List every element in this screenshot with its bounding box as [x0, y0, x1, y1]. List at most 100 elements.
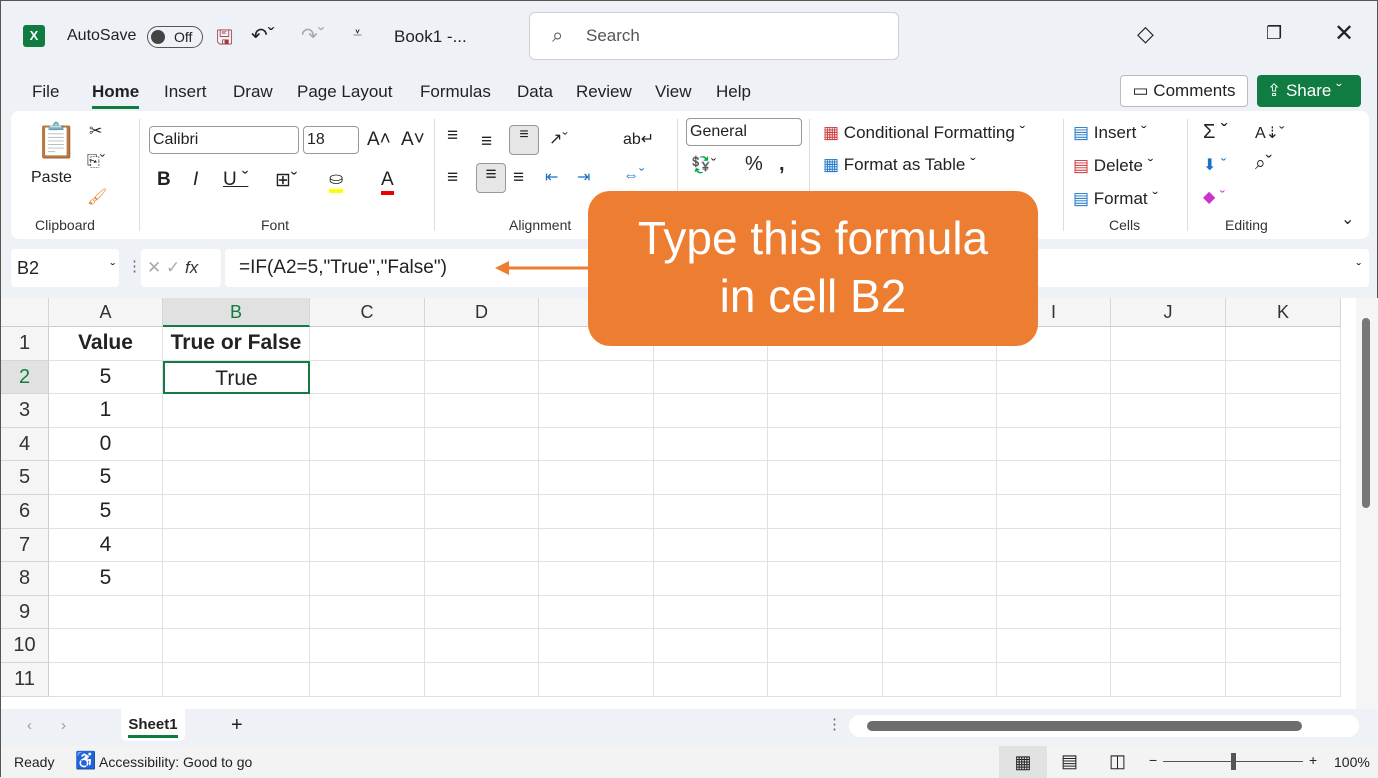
- cell-K3[interactable]: [1226, 394, 1341, 428]
- zoom-slider[interactable]: [1163, 753, 1303, 770]
- underline-icon[interactable]: U ˇ: [223, 169, 248, 191]
- cell-H5[interactable]: [883, 461, 997, 495]
- cell-J11[interactable]: [1111, 663, 1226, 697]
- search-box[interactable]: ⌕ Search: [529, 12, 899, 60]
- cell-D7[interactable]: [425, 528, 539, 563]
- cell-F7[interactable]: [654, 528, 768, 563]
- autosum-icon[interactable]: Σ ˇ: [1203, 121, 1228, 144]
- row-header-5[interactable]: 5: [1, 461, 49, 495]
- cell-K4[interactable]: [1226, 427, 1341, 462]
- tab-split-handle[interactable]: ⋮: [827, 715, 842, 733]
- cell-F3[interactable]: [654, 394, 768, 428]
- cell-I10[interactable]: [997, 629, 1111, 663]
- collapse-ribbon-icon[interactable]: ⌄: [1341, 209, 1354, 229]
- cell-I3[interactable]: [997, 394, 1111, 428]
- cell-H4[interactable]: [883, 427, 997, 462]
- number-format-select[interactable]: General: [686, 118, 802, 146]
- cell-F2[interactable]: [654, 360, 768, 395]
- percent-icon[interactable]: %: [745, 153, 763, 176]
- cell-F8[interactable]: [654, 562, 768, 596]
- cell-A6[interactable]: 5: [49, 495, 163, 529]
- restore-icon[interactable]: ❐: [1266, 23, 1282, 44]
- cell-G11[interactable]: [768, 663, 883, 697]
- tab-file[interactable]: File: [32, 82, 59, 102]
- copy-icon[interactable]: ⎘ˇ: [87, 153, 105, 171]
- cancel-icon[interactable]: ✕: [147, 258, 161, 277]
- add-sheet-icon[interactable]: +: [231, 714, 243, 737]
- cell-K9[interactable]: [1226, 595, 1341, 630]
- column-header-K[interactable]: K: [1226, 298, 1341, 327]
- cell-G7[interactable]: [768, 528, 883, 563]
- comments-button[interactable]: ▭ Comments: [1120, 75, 1248, 107]
- row-header-2[interactable]: 2: [1, 360, 49, 395]
- horizontal-scroll-thumb[interactable]: [867, 721, 1302, 731]
- column-header-D[interactable]: D: [425, 298, 539, 327]
- cell-G2[interactable]: [768, 360, 883, 395]
- increase-font-icon[interactable]: A˄: [367, 129, 391, 151]
- column-header-C[interactable]: C: [310, 298, 425, 327]
- paste-button[interactable]: Paste: [31, 169, 72, 187]
- cell-I7[interactable]: [997, 528, 1111, 563]
- cell-K5[interactable]: [1226, 461, 1341, 495]
- cell-D4[interactable]: [425, 427, 539, 462]
- cell-C9[interactable]: [310, 595, 425, 630]
- cell-J8[interactable]: [1111, 562, 1226, 596]
- tab-help[interactable]: Help: [716, 82, 751, 102]
- tab-draw[interactable]: Draw: [233, 82, 273, 102]
- cell-C5[interactable]: [310, 461, 425, 495]
- vertical-scrollbar[interactable]: [1356, 298, 1378, 709]
- cell-F4[interactable]: [654, 427, 768, 462]
- row-header-10[interactable]: 10: [1, 629, 49, 663]
- cell-A1[interactable]: Value: [49, 327, 163, 361]
- cell-B3[interactable]: [163, 394, 310, 428]
- spreadsheet-grid[interactable]: ABCDEFGHIJK1ValueTrue or False25True3140…: [1, 298, 1356, 709]
- cell-C11[interactable]: [310, 663, 425, 697]
- align-center-icon[interactable]: ≡: [476, 163, 506, 193]
- undo-icon[interactable]: ↶ˇ: [251, 23, 274, 48]
- page-break-view-icon[interactable]: ◫: [1109, 751, 1126, 772]
- italic-icon[interactable]: I: [193, 169, 198, 191]
- zoom-level[interactable]: 100%: [1334, 754, 1370, 770]
- close-icon[interactable]: ✕: [1334, 19, 1354, 48]
- row-header-3[interactable]: 3: [1, 394, 49, 428]
- accessibility-icon[interactable]: ♿: [75, 751, 96, 771]
- cell-C6[interactable]: [310, 495, 425, 529]
- tab-page-layout[interactable]: Page Layout: [297, 82, 392, 102]
- redo-icon[interactable]: ↷ˇ: [301, 23, 324, 48]
- page-layout-view-icon[interactable]: ▤: [1061, 751, 1078, 772]
- cell-H8[interactable]: [883, 562, 997, 596]
- fill-color-icon[interactable]: ⛀: [329, 169, 344, 193]
- cell-G3[interactable]: [768, 394, 883, 428]
- cell-D6[interactable]: [425, 495, 539, 529]
- column-header-B[interactable]: B: [163, 298, 310, 327]
- cell-J2[interactable]: [1111, 360, 1226, 395]
- cell-A9[interactable]: [49, 595, 163, 630]
- autosave-toggle[interactable]: Off: [147, 26, 203, 48]
- cell-K6[interactable]: [1226, 495, 1341, 529]
- cell-F6[interactable]: [654, 495, 768, 529]
- cell-H10[interactable]: [883, 629, 997, 663]
- zoom-out-icon[interactable]: −: [1149, 752, 1157, 768]
- cell-I5[interactable]: [997, 461, 1111, 495]
- conditional-formatting-button[interactable]: ▦ Conditional Formatting ˇ: [823, 123, 1025, 143]
- cell-C10[interactable]: [310, 629, 425, 663]
- cell-J7[interactable]: [1111, 528, 1226, 563]
- cell-K11[interactable]: [1226, 663, 1341, 697]
- cell-I2[interactable]: [997, 360, 1111, 395]
- cell-B9[interactable]: [163, 595, 310, 630]
- zoom-slider-thumb[interactable]: [1231, 753, 1236, 770]
- increase-indent-icon[interactable]: ⇥: [577, 167, 590, 187]
- cell-J4[interactable]: [1111, 427, 1226, 462]
- row-header-6[interactable]: 6: [1, 495, 49, 529]
- cell-G5[interactable]: [768, 461, 883, 495]
- tab-view[interactable]: View: [655, 82, 692, 102]
- cell-G9[interactable]: [768, 595, 883, 630]
- customize-toolbar-icon[interactable]: ⩡: [353, 25, 362, 43]
- cell-I8[interactable]: [997, 562, 1111, 596]
- delete-cells-button[interactable]: ▤ Delete ˇ: [1073, 156, 1153, 176]
- cell-A3[interactable]: 1: [49, 394, 163, 428]
- accessibility-status[interactable]: Accessibility: Good to go: [99, 754, 252, 770]
- cell-I9[interactable]: [997, 595, 1111, 630]
- cell-K8[interactable]: [1226, 562, 1341, 596]
- cell-K1[interactable]: [1226, 327, 1341, 361]
